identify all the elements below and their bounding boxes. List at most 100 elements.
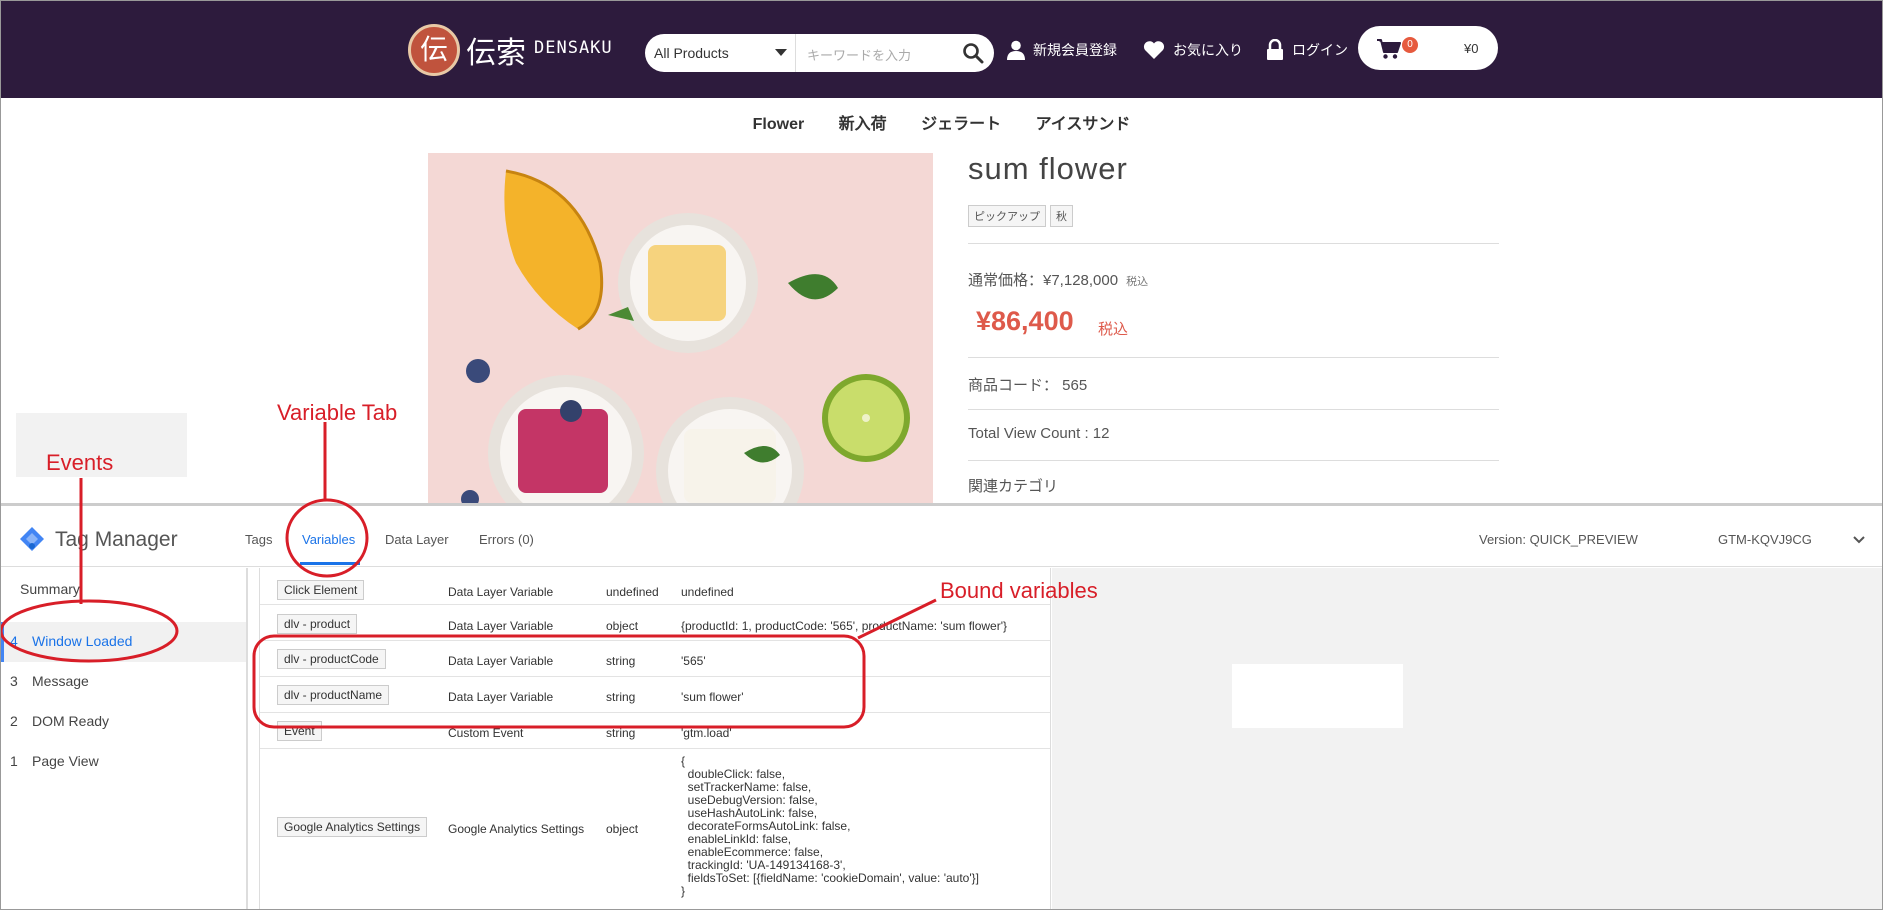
caret-down-icon xyxy=(775,49,787,56)
category-nav: Flower 新入荷 ジェラート アイスサンド xyxy=(0,110,1883,138)
tag-manager-panel: Tag Manager Tags Variables Data Layer Er… xyxy=(0,503,1883,910)
table-row: Event Custom Event string 'gtm.load' xyxy=(260,713,1050,749)
variable-name: Event xyxy=(277,721,322,741)
store-logo-icon[interactable]: 伝 xyxy=(408,24,460,76)
nav-item-ice-sandwich[interactable]: アイスサンド xyxy=(1036,110,1131,134)
event-sidebar: Summary 4 Window Loaded 3 Message 2 DOM Rea… xyxy=(0,568,248,910)
category-select[interactable]: All Products xyxy=(645,34,796,72)
variable-data-type: string xyxy=(606,726,636,740)
register-label: 新規会員登録 xyxy=(1033,42,1117,58)
variable-type: Data Layer Variable xyxy=(448,654,554,668)
divider xyxy=(968,409,1499,410)
login-link[interactable]: ログイン xyxy=(1266,38,1348,62)
version-label: Version: QUICK_PREVIEW xyxy=(1479,532,1638,547)
divider xyxy=(968,243,1499,244)
nav-item-new-arrivals[interactable]: 新入荷 xyxy=(839,110,887,134)
list-price: 通常価格：¥7,128,000 税込 xyxy=(968,269,1148,290)
variable-value: 'sum flower' xyxy=(681,690,744,704)
variable-name: Click Element xyxy=(277,580,365,600)
variable-type: Google Analytics Settings xyxy=(448,822,585,836)
variable-value: '565' xyxy=(681,654,706,668)
variable-data-type: string xyxy=(606,654,636,668)
category-select-value: All Products xyxy=(654,45,729,61)
variable-value: { doubleClick: false, setTrackerName: fa… xyxy=(681,754,979,898)
product-tag[interactable]: ピックアップ xyxy=(968,205,1046,227)
event-number: 1 xyxy=(10,753,18,769)
variable-name: dlv - productCode xyxy=(277,649,386,669)
cart-total: ¥0 xyxy=(1464,41,1479,56)
product-code: 商品コード： 565 xyxy=(968,377,1088,394)
table-row: Google Analytics Settings Google Analyti… xyxy=(260,749,1050,910)
event-label: Page View xyxy=(32,753,99,769)
variable-value: 'gtm.load' xyxy=(681,726,732,740)
favorites-label: お気に入り xyxy=(1173,42,1243,58)
site-header: 伝 伝索 DENSAKU All Products キーワードを入力 新規会員登… xyxy=(0,0,1883,98)
sale-price-tax: 税込 xyxy=(1098,321,1129,338)
user-icon xyxy=(1007,40,1025,60)
search-placeholder: キーワードを入力 xyxy=(807,48,912,63)
store-logo-text[interactable]: 伝索 xyxy=(466,28,526,72)
register-link[interactable]: 新規会員登録 xyxy=(1007,38,1117,62)
variable-type: Custom Event xyxy=(448,726,524,740)
table-row: Click Element Data Layer Variable undefi… xyxy=(260,568,1050,605)
event-label: Window Loaded xyxy=(32,633,133,649)
active-tab-indicator xyxy=(300,562,360,565)
event-number: 4 xyxy=(10,633,18,649)
product-image[interactable] xyxy=(428,153,933,503)
variable-type: Data Layer Variable xyxy=(448,690,554,704)
related-category-label: 関連カテゴリ xyxy=(968,478,1059,495)
tag-manager-logo-icon xyxy=(20,527,44,551)
list-price-tax: 税込 xyxy=(1126,276,1149,288)
event-number: 3 xyxy=(10,673,18,689)
sale-price: ¥86,400 xyxy=(976,306,1074,336)
variable-type: Data Layer Variable xyxy=(448,619,554,633)
tag-manager-header: Tag Manager Tags Variables Data Layer Er… xyxy=(0,506,1883,567)
chevron-down-icon[interactable] xyxy=(1852,535,1866,545)
table-row: dlv - product Data Layer Variable object… xyxy=(260,605,1050,641)
search-icon[interactable] xyxy=(962,42,984,64)
heart-icon xyxy=(1143,41,1165,59)
variable-data-type: object xyxy=(606,619,639,633)
bound-variables-annotation: Bound variables xyxy=(940,578,1098,603)
divider xyxy=(968,357,1499,358)
tab-errors[interactable]: Errors (0) xyxy=(479,532,534,547)
product-tags: ピックアップ 秋 xyxy=(968,205,1073,227)
view-count: Total View Count : 12 xyxy=(968,425,1110,442)
tab-variables[interactable]: Variables xyxy=(302,532,355,547)
sidebar-summary[interactable]: Summary xyxy=(20,581,80,597)
container-id[interactable]: GTM-KQVJ9CG xyxy=(1718,532,1812,547)
login-label: ログイン xyxy=(1292,42,1348,58)
events-annotation: Events xyxy=(46,450,114,475)
variable-name: dlv - productName xyxy=(277,685,390,705)
event-label: DOM Ready xyxy=(32,713,110,729)
variable-data-type: undefined xyxy=(606,585,659,599)
cart-icon xyxy=(1377,39,1401,59)
variable-value: undefined xyxy=(681,585,734,599)
event-number: 2 xyxy=(10,713,18,729)
tab-tags[interactable]: Tags xyxy=(245,532,272,547)
favorites-link[interactable]: お気に入り xyxy=(1143,38,1243,62)
variable-data-type: string xyxy=(606,690,636,704)
variable-data-type: object xyxy=(606,822,639,836)
table-row: dlv - productName Data Layer Variable st… xyxy=(260,677,1050,713)
event-item-dom-ready[interactable]: 2 DOM Ready xyxy=(0,702,246,742)
variable-tab-annotation: Variable Tab xyxy=(277,400,398,425)
product-title: sum flower xyxy=(968,151,1128,186)
cart-count-badge: 0 xyxy=(1402,37,1418,53)
details-placeholder xyxy=(1232,664,1403,728)
event-item-message[interactable]: 3 Message xyxy=(0,662,246,702)
event-item-page-view[interactable]: 1 Page View xyxy=(0,742,246,782)
product-photo xyxy=(428,153,933,503)
event-label: Message xyxy=(32,673,89,689)
tab-data-layer[interactable]: Data Layer xyxy=(385,532,449,547)
details-pane xyxy=(1052,568,1883,910)
lock-icon xyxy=(1267,39,1283,60)
product-tag[interactable]: 秋 xyxy=(1050,205,1073,227)
store-logo-subtext[interactable]: DENSAKU xyxy=(534,38,613,58)
nav-item-flower[interactable]: Flower xyxy=(753,116,805,134)
variable-value: {productId: 1, productCode: '565', produ… xyxy=(681,619,1008,633)
cart-button[interactable]: 0 ¥0 xyxy=(1358,26,1498,70)
nav-item-gelato[interactable]: ジェラート xyxy=(921,110,1001,134)
event-item-window-loaded[interactable]: 4 Window Loaded xyxy=(0,622,246,662)
divider xyxy=(968,460,1499,461)
